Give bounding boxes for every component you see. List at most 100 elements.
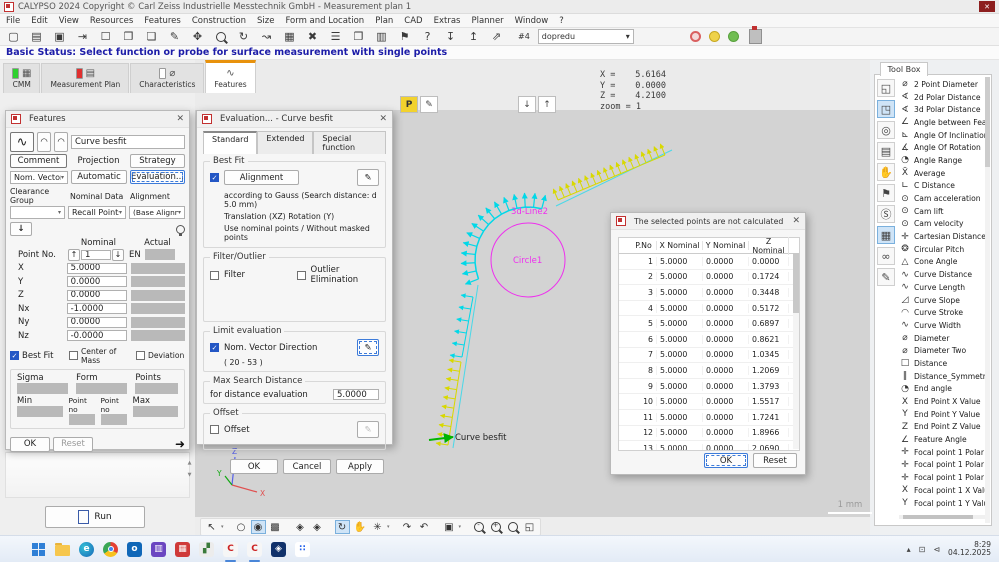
menu-file[interactable]: File <box>6 16 20 26</box>
calypso-app-1[interactable]: C <box>222 541 239 558</box>
probe-stamp-icon[interactable] <box>749 29 762 44</box>
eval-tab-standard[interactable]: Standard <box>203 131 257 154</box>
probe-mode-button[interactable]: ◉ <box>251 520 266 534</box>
menu-view[interactable]: View <box>59 16 79 26</box>
tab-measurement-plan[interactable]: ▤Measurement Plan <box>41 63 129 93</box>
nominal-x-input[interactable] <box>67 263 127 274</box>
bookmark-icon[interactable]: ⚑ <box>397 30 412 44</box>
paste-icon[interactable]: ❏ <box>144 30 159 44</box>
menu-construction[interactable]: Construction <box>192 16 246 26</box>
size-tools-button[interactable]: ◱ <box>877 79 895 97</box>
rotate-ccw-button[interactable]: ↶ <box>416 520 431 534</box>
point-up-button[interactable]: ↑ <box>68 249 80 261</box>
deviation-checkbox[interactable] <box>136 351 145 360</box>
case-tools-button[interactable]: ▦ <box>877 226 895 244</box>
chrome-browser[interactable] <box>102 541 119 558</box>
strategy-button[interactable]: Strategy <box>130 154 185 168</box>
vector-direction-select[interactable]: Nom. Vector Dire▾ <box>10 171 68 184</box>
status-light-green[interactable] <box>728 31 739 42</box>
feature-view-2-button[interactable]: ◈ <box>310 520 325 534</box>
nominal-y-input[interactable] <box>67 276 127 287</box>
export-icon[interactable]: ⇥ <box>75 30 90 44</box>
eval-ok-button[interactable]: OK <box>230 459 278 474</box>
app-purple[interactable]: ▥ <box>150 541 167 558</box>
offset-pencil-button[interactable]: ✎ <box>357 421 379 438</box>
toolbox-item-focal-point-1-polar-position-ra[interactable]: ✛Focal point 1 Polar position Ra <box>899 471 985 484</box>
point-number-input[interactable] <box>81 250 111 260</box>
toolbox-item-cartesian-distance[interactable]: ✛Cartesian Distance <box>899 230 985 243</box>
menu-?[interactable]: ? <box>559 16 564 26</box>
column-header-z-nominal[interactable]: Z Nominal <box>749 237 789 255</box>
fit-view-button[interactable]: ◱ <box>522 520 537 534</box>
toolbox-item-2-point-diameter[interactable]: ⌀2 Point Diameter <box>899 78 985 91</box>
column-header-x-nominal[interactable]: X Nominal <box>657 241 703 250</box>
toolbox-item-curve-stroke[interactable]: ◠Curve Stroke <box>899 306 985 319</box>
toolbox-item-angle-of-inclination[interactable]: ⊾Angle Of Inclination <box>899 129 985 142</box>
table-row[interactable]: 25.00000.00000.1724 <box>619 270 799 286</box>
toolbox-item-curve-distance[interactable]: ∿Curve Distance <box>899 268 985 281</box>
eval-tab-special-function[interactable]: Special function <box>313 131 386 154</box>
display-icon[interactable]: ⊡ <box>919 545 926 554</box>
points-ok-button[interactable]: OK <box>704 453 748 468</box>
table-row[interactable]: 75.00000.00001.0345 <box>619 348 799 364</box>
pan-hand-button[interactable]: ✋ <box>352 520 368 534</box>
table-row[interactable]: 135.00000.00002.0690 <box>619 441 799 450</box>
toolbox-item-distance-symmetry[interactable]: ‖Distance_Symmetry <box>899 370 985 383</box>
settings-app[interactable]: ∷ <box>294 541 311 558</box>
probe-up-icon[interactable]: ↥ <box>466 30 481 44</box>
edge-browser[interactable]: e <box>78 541 95 558</box>
clipboard-icon[interactable]: ▥ <box>374 30 389 44</box>
pointer-cursor-button[interactable]: ↖ <box>204 520 219 534</box>
edit-alignment-pencil-button[interactable]: ✎ <box>357 169 379 186</box>
nominal-ny-input[interactable] <box>67 317 127 328</box>
alignment-button[interactable]: Alignment <box>224 170 299 185</box>
nominal-nz-input[interactable] <box>67 330 127 341</box>
nominal-data-select[interactable]: Recall Points▾ <box>68 206 126 219</box>
features-panel-titlebar[interactable]: Features ✕ <box>6 111 189 128</box>
menu-window[interactable]: Window <box>515 16 549 26</box>
location-tools-button[interactable]: ◎ <box>877 121 895 139</box>
calypso-app-2[interactable]: C <box>246 541 263 558</box>
pin-tools-button[interactable]: ⚑ <box>877 184 895 202</box>
scroll-down-nub[interactable]: ▼ <box>186 472 193 478</box>
points-close-icon[interactable]: ✕ <box>792 216 800 226</box>
menu-cad[interactable]: CAD <box>404 16 422 26</box>
toolbox-item-end-point-y-value[interactable]: YEnd Point Y Value <box>899 408 985 421</box>
table-row[interactable]: 15.00000.00000.0000 <box>619 254 799 270</box>
toolbox-item-angle-range[interactable]: ◔Angle Range <box>899 154 985 167</box>
probe-angle-icon[interactable]: ⇗ <box>489 30 504 44</box>
table-row[interactable]: 105.00000.00001.5517 <box>619 394 799 410</box>
app-red[interactable]: ▦ <box>174 541 191 558</box>
eval-tab-extended[interactable]: Extended <box>257 131 313 154</box>
toolbox-hscrollbar[interactable] <box>899 515 985 519</box>
table-row[interactable]: 45.00000.00000.5172 <box>619 301 799 317</box>
toolbox-item-angle-of-rotation[interactable]: ∡Angle Of Rotation <box>899 141 985 154</box>
alignment-select[interactable]: (Base Alignment)▾ <box>129 206 185 219</box>
run-button[interactable]: Run <box>45 506 145 528</box>
select-rect-icon[interactable]: ☐ <box>98 30 113 44</box>
view-cube-button[interactable]: ▣ <box>441 520 456 534</box>
table-row[interactable]: 55.00000.00000.6897 <box>619 316 799 332</box>
table-row[interactable]: 85.00000.00001.2069 <box>619 363 799 379</box>
hand-tools-button[interactable]: ✋ <box>877 163 895 181</box>
arrow-down-button[interactable]: ↓ <box>518 96 536 113</box>
best-fit-checkbox[interactable]: ✓ <box>10 351 19 360</box>
points-dialog-titlebar[interactable]: The selected points are not calculated ✕ <box>611 213 805 230</box>
toolbox-item-cam-lift[interactable]: ⊙Cam lift <box>899 205 985 218</box>
toolbox-item-angle-between-features[interactable]: ∠Angle between Features <box>899 116 985 129</box>
toolbox-item-average[interactable]: X̄Average <box>899 167 985 180</box>
probe-p-button[interactable]: P <box>400 96 418 113</box>
scroll-up-nub[interactable]: ▲ <box>186 460 193 466</box>
toolbox-item-circular-pitch[interactable]: ❂Circular Pitch <box>899 243 985 256</box>
toolbox-item-2d-polar-distance[interactable]: ∢2d Polar Distance <box>899 91 985 104</box>
rotate-view-button[interactable]: ↻ <box>335 520 350 534</box>
center-of-mass-checkbox[interactable] <box>69 351 78 360</box>
copy-icon[interactable]: ❐ <box>121 30 136 44</box>
toolbox-item-c-distance[interactable]: ∟C Distance <box>899 180 985 193</box>
feature-view-button[interactable]: ◈ <box>293 520 308 534</box>
offset-checkbox[interactable] <box>210 425 219 434</box>
evaluation-close-icon[interactable]: ✕ <box>379 114 387 124</box>
evaluation-titlebar[interactable]: Evaluation... - Curve besfit ✕ <box>197 111 392 128</box>
tab-cmm[interactable]: ▦CMM <box>3 63 40 93</box>
column-header-y-nominal[interactable]: Y Nominal <box>703 241 749 250</box>
